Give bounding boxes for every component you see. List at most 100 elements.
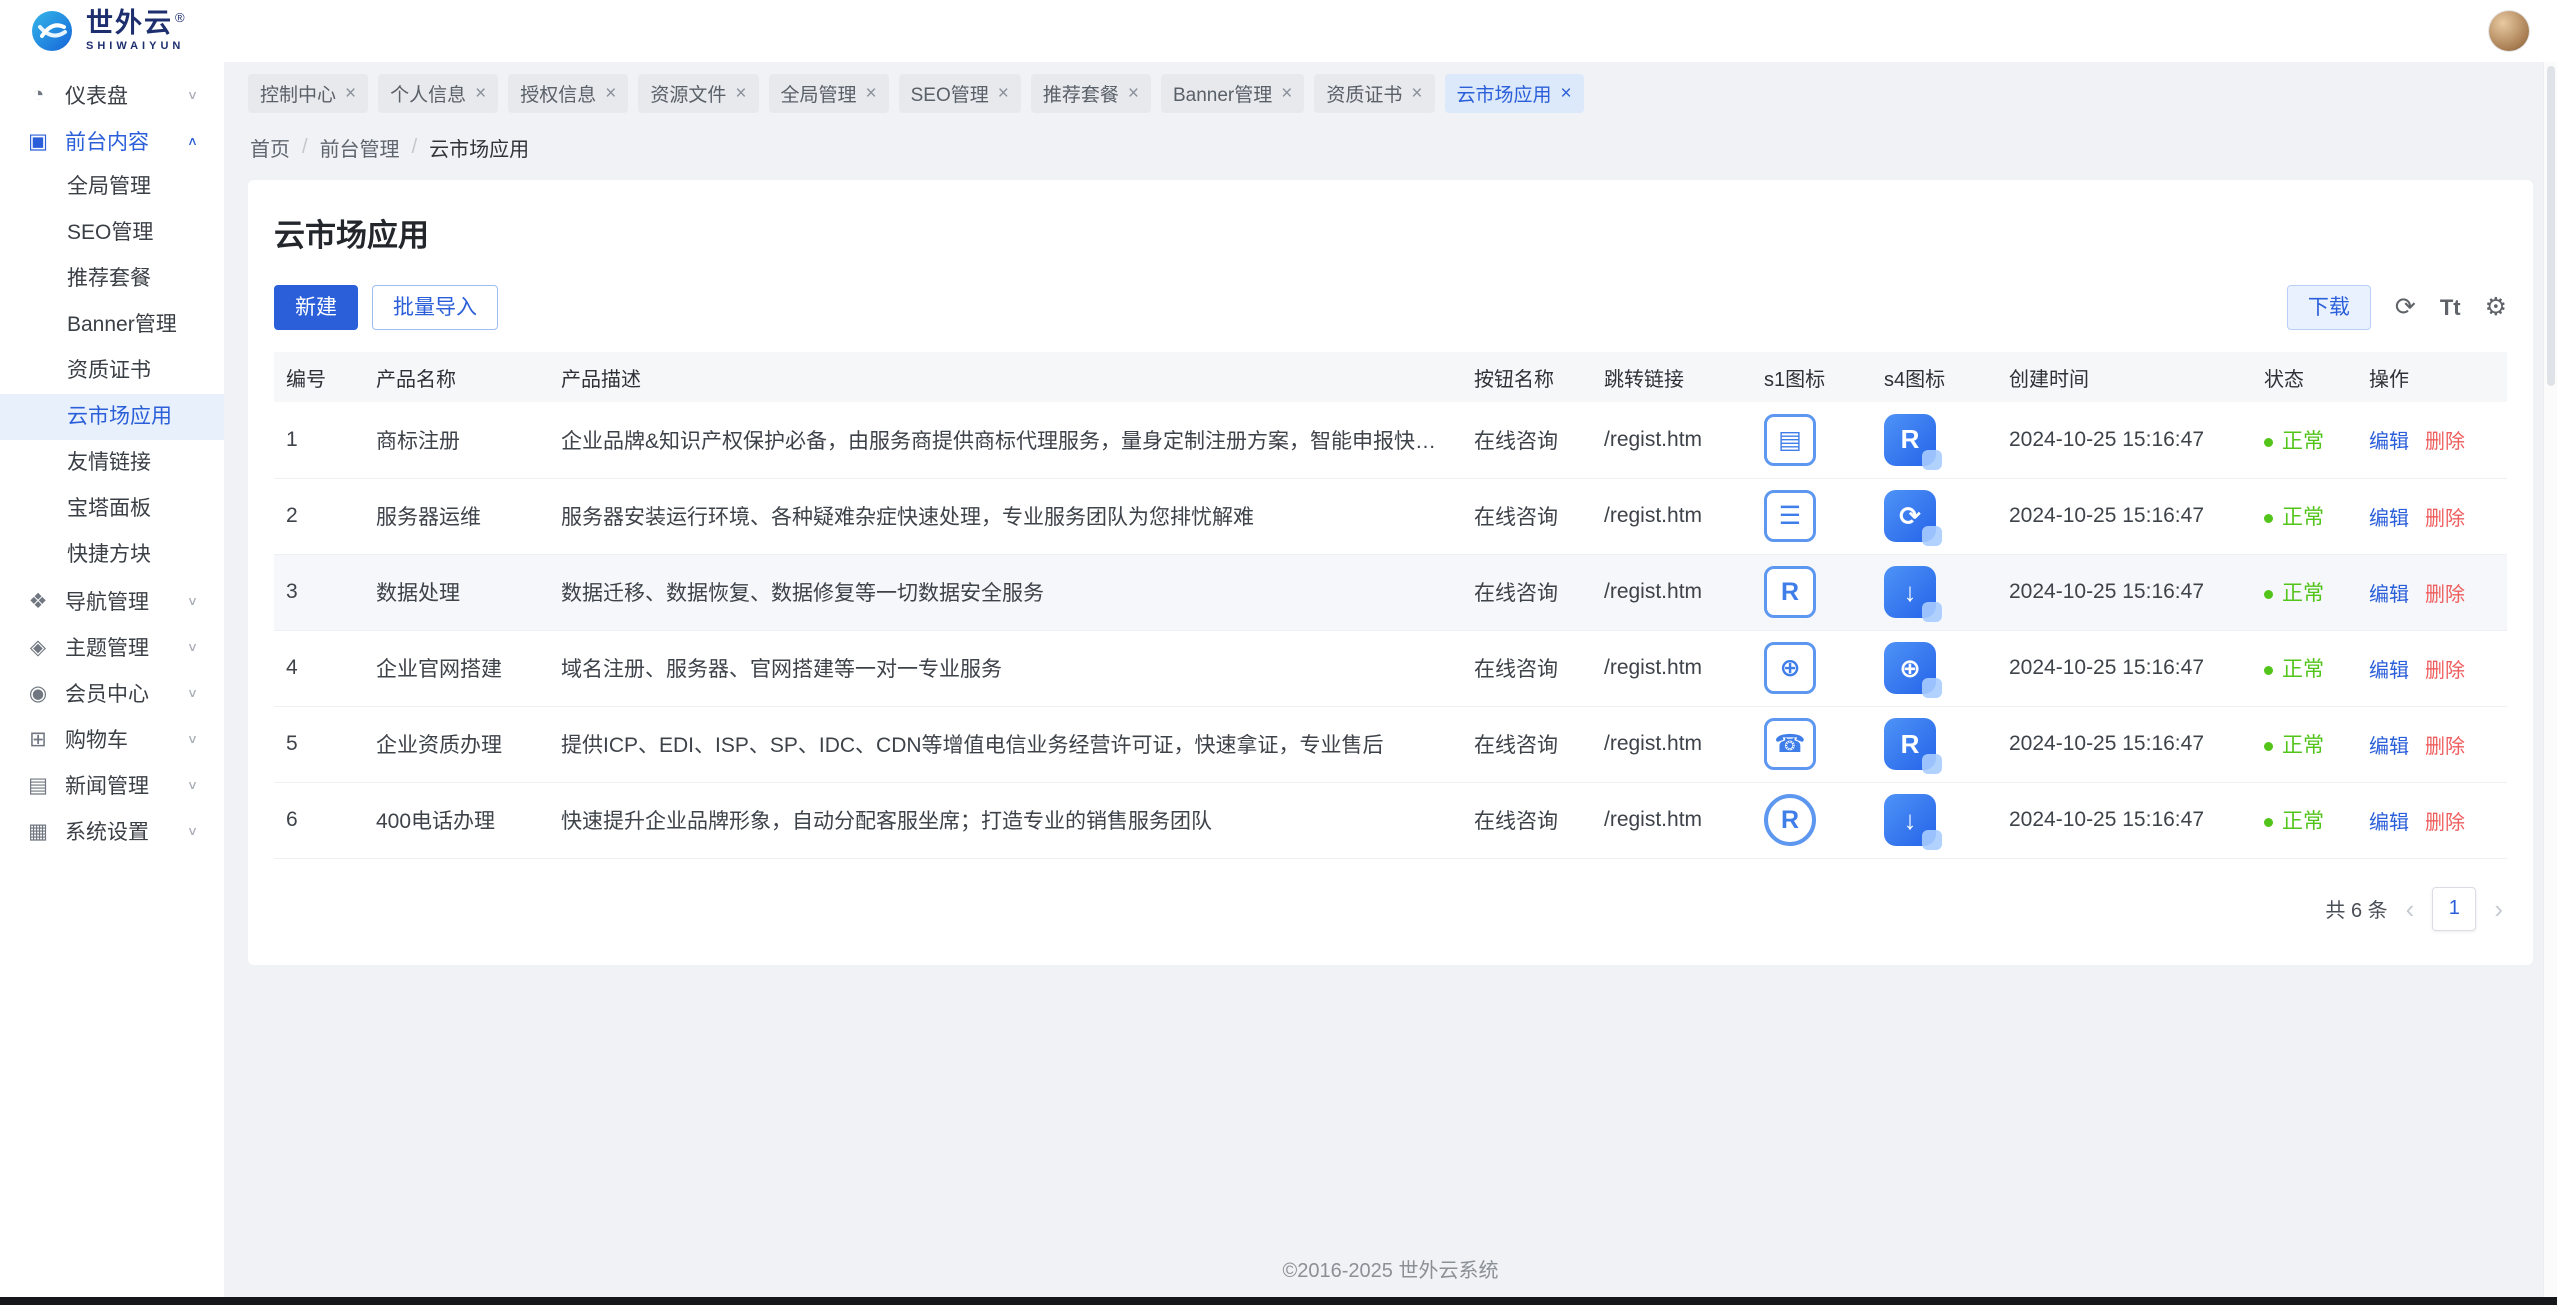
tab-item[interactable]: 全局管理× — [769, 74, 889, 113]
sidebar-subitem[interactable]: 资质证书 — [0, 348, 224, 394]
cell-created-time: 2024-10-25 15:16:47 — [1997, 402, 2252, 478]
tab-close-icon[interactable]: × — [1561, 84, 1572, 103]
breadcrumb: 首页/前台管理/云市场应用 — [224, 119, 2557, 176]
s4-glyph: ⟳ — [1899, 501, 1921, 532]
cell-description: 企业品牌&知识产权保护必备，由服务商提供商标代理服务，量身定制注册方案，智能申报… — [549, 402, 1462, 478]
cell-s4-icon: ↓ — [1872, 554, 1997, 630]
scrollbar[interactable] — [2543, 62, 2557, 1297]
sidebar-subitem[interactable]: Banner管理 — [0, 302, 224, 348]
download-button[interactable]: 下载 — [2287, 285, 2371, 330]
cell-actions: 编辑删除 — [2357, 478, 2507, 554]
sidebar-subitem[interactable]: 云市场应用 — [0, 394, 224, 440]
next-page-icon[interactable]: › — [2490, 896, 2507, 922]
tab-item[interactable]: 云市场应用× — [1445, 74, 1584, 113]
status-text: 正常 — [2282, 430, 2324, 453]
s4-glyph: ↓ — [1904, 805, 1917, 836]
cell-status: 正常 — [2252, 782, 2357, 858]
table-row: 4企业官网搭建域名注册、服务器、官网搭建等一对一专业服务在线咨询/regist.… — [274, 630, 2507, 706]
breadcrumb-item[interactable]: 首页 — [250, 133, 290, 162]
status-dot — [2264, 742, 2273, 751]
edit-link[interactable]: 编辑 — [2369, 584, 2409, 606]
cell-link: /regist.htm — [1592, 706, 1752, 782]
cell-product-name: 企业资质办理 — [364, 706, 549, 782]
cell-actions: 编辑删除 — [2357, 402, 2507, 478]
sidebar-subitem[interactable]: 宝塔面板 — [0, 486, 224, 532]
refresh-icon[interactable]: ⟳ — [2395, 295, 2416, 320]
tab-close-icon[interactable]: × — [998, 84, 1009, 103]
status-text: 正常 — [2282, 810, 2324, 833]
server-stack-icon: ☰ — [1764, 490, 1816, 542]
tab-item[interactable]: Banner管理× — [1161, 74, 1304, 113]
tab-close-icon[interactable]: × — [1281, 84, 1292, 103]
font-size-icon[interactable]: Tt — [2440, 297, 2461, 319]
delete-link[interactable]: 删除 — [2425, 431, 2465, 453]
tab-item[interactable]: 个人信息× — [378, 74, 498, 113]
tab-close-icon[interactable]: × — [1411, 84, 1422, 103]
edit-link[interactable]: 编辑 — [2369, 508, 2409, 530]
status-text: 正常 — [2282, 582, 2324, 605]
products-table: 编号产品名称产品描述按钮名称跳转链接s1图标s4图标创建时间状态操作 1商标注册… — [274, 352, 2507, 859]
table-row: 5企业资质办理提供ICP、EDI、ISP、SP、IDC、CDN等增值电信业务经营… — [274, 706, 2507, 782]
sidebar-item[interactable]: ▦系统设置∨ — [0, 808, 224, 854]
tab-item[interactable]: 控制中心× — [248, 74, 368, 113]
breadcrumb-item[interactable]: 前台管理 — [320, 133, 400, 162]
phone-400-icon: ☎ — [1764, 718, 1816, 770]
tab-item[interactable]: 推荐套餐× — [1031, 74, 1151, 113]
sidebar-subitem[interactable]: 快捷方块 — [0, 532, 224, 578]
sidebar-subitem[interactable]: 友情链接 — [0, 440, 224, 486]
settings-icon[interactable]: ⚙ — [2485, 295, 2507, 320]
frontend-icon: ▣ — [26, 129, 50, 154]
avatar[interactable] — [2489, 11, 2529, 51]
sidebar-item[interactable]: ◈主题管理∨ — [0, 624, 224, 670]
cell-status: 正常 — [2252, 402, 2357, 478]
sidebar-item[interactable]: ◉会员中心∨ — [0, 670, 224, 716]
scrollbar-thumb[interactable] — [2547, 66, 2555, 386]
tab-item[interactable]: SEO管理× — [899, 74, 1021, 113]
new-button[interactable]: 新建 — [274, 285, 358, 330]
tab-item[interactable]: 授权信息 × — [508, 74, 628, 113]
logo-registered-mark: ® — [175, 10, 187, 25]
sidebar-subitem[interactable]: SEO管理 — [0, 210, 224, 256]
batch-import-button[interactable]: 批量导入 — [372, 285, 498, 330]
delete-link[interactable]: 删除 — [2425, 584, 2465, 606]
status-dot — [2264, 438, 2273, 447]
edit-link[interactable]: 编辑 — [2369, 431, 2409, 453]
header: 世外云® SHIWAIYUN — [0, 0, 2557, 62]
edit-link[interactable]: 编辑 — [2369, 736, 2409, 758]
sidebar-subitem[interactable]: 全局管理 — [0, 164, 224, 210]
breadcrumb-item[interactable]: 云市场应用 — [429, 133, 529, 162]
tab-close-icon[interactable]: × — [735, 84, 746, 103]
prev-page-icon[interactable]: ‹ — [2402, 896, 2419, 922]
delete-link[interactable]: 删除 — [2425, 736, 2465, 758]
sidebar-item[interactable]: ▤新闻管理∨ — [0, 762, 224, 808]
table-body: 1商标注册企业品牌&知识产权保护必备，由服务商提供商标代理服务，量身定制注册方案… — [274, 402, 2507, 858]
tab-item[interactable]: 资质证书× — [1314, 74, 1434, 113]
tab-item[interactable]: 资源文件× — [638, 74, 758, 113]
cell-created-time: 2024-10-25 15:16:47 — [1997, 630, 2252, 706]
page-number[interactable]: 1 — [2432, 887, 2476, 931]
sidebar-item[interactable]: ▣前台内容∧ — [0, 118, 224, 164]
edit-link[interactable]: 编辑 — [2369, 812, 2409, 834]
sidebar-subitem[interactable]: 推荐套餐 — [0, 256, 224, 302]
table-row: 6400电话办理快速提升企业品牌形象，自动分配客服坐席；打造专业的销售服务团队在… — [274, 782, 2507, 858]
sidebar-item[interactable]: ❖导航管理∨ — [0, 578, 224, 624]
tab-close-icon[interactable]: × — [345, 84, 356, 103]
total-count: 共 6 条 — [2325, 894, 2387, 923]
sidebar-item-label: 系统设置 — [65, 816, 149, 846]
sidebar-item[interactable]: ⊞购物车∨ — [0, 716, 224, 762]
sidebar-item-label: 购物车 — [65, 724, 128, 754]
tab-close-icon[interactable]: × — [866, 84, 877, 103]
sidebar-item[interactable]: ◔仪表盘∨ — [0, 72, 224, 118]
registered-circle-icon: R — [1764, 794, 1816, 846]
delete-link[interactable]: 删除 — [2425, 660, 2465, 682]
delete-link[interactable]: 删除 — [2425, 812, 2465, 834]
tab-label: 授权信息 — [520, 80, 596, 107]
edit-link[interactable]: 编辑 — [2369, 660, 2409, 682]
cell-s1-icon: ☰ — [1752, 478, 1872, 554]
tab-close-icon[interactable]: × — [475, 84, 486, 103]
s4-corner-accent — [1922, 678, 1942, 698]
delete-link[interactable]: 删除 — [2425, 508, 2465, 530]
logo[interactable]: 世外云® SHIWAIYUN — [28, 7, 187, 55]
tab-close-icon[interactable]: × — [605, 84, 616, 103]
tab-close-icon[interactable]: × — [1128, 84, 1139, 103]
